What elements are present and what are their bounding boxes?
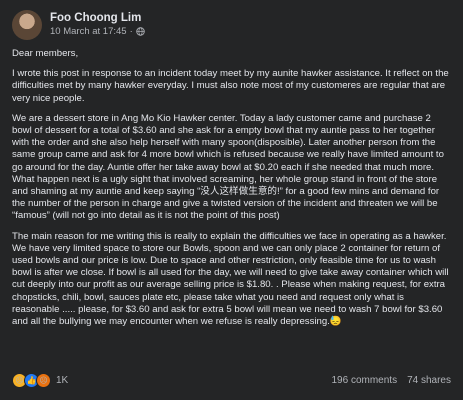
- facebook-post: Foo Choong Lim 10 March at 17:45 · Dear …: [0, 0, 463, 400]
- comments-count[interactable]: 196 comments: [331, 375, 397, 386]
- author-avatar[interactable]: [12, 10, 42, 40]
- post-header: Foo Choong Lim 10 March at 17:45 ·: [12, 8, 451, 42]
- shares-count[interactable]: 74 shares: [407, 375, 451, 386]
- post-paragraph: We are a dessert store in Ang Mo Kio Haw…: [12, 112, 444, 222]
- post-subline: 10 March at 17:45 ·: [50, 25, 145, 38]
- post-body: Dear members, I wrote this post in respo…: [12, 48, 451, 328]
- post-paragraph: Dear members,: [12, 48, 79, 59]
- author-name[interactable]: Foo Choong Lim: [50, 12, 145, 25]
- post-meta: Foo Choong Lim 10 March at 17:45 ·: [50, 12, 145, 38]
- separator-dot: ·: [129, 26, 133, 37]
- reaction-count[interactable]: 1K: [56, 375, 68, 386]
- globe-icon: [136, 27, 145, 36]
- reactions-summary[interactable]: ☹ 👍 ☹ 1K: [12, 373, 68, 388]
- post-footer: ☹ 👍 ☹ 1K 196 comments 74 shares: [12, 373, 451, 388]
- post-paragraph: I wrote this post in response to an inci…: [12, 68, 449, 104]
- post-timestamp[interactable]: 10 March at 17:45: [50, 25, 127, 38]
- angry-reaction-icon: ☹: [36, 373, 51, 388]
- post-paragraph: The main reason for me writing this is r…: [12, 230, 449, 328]
